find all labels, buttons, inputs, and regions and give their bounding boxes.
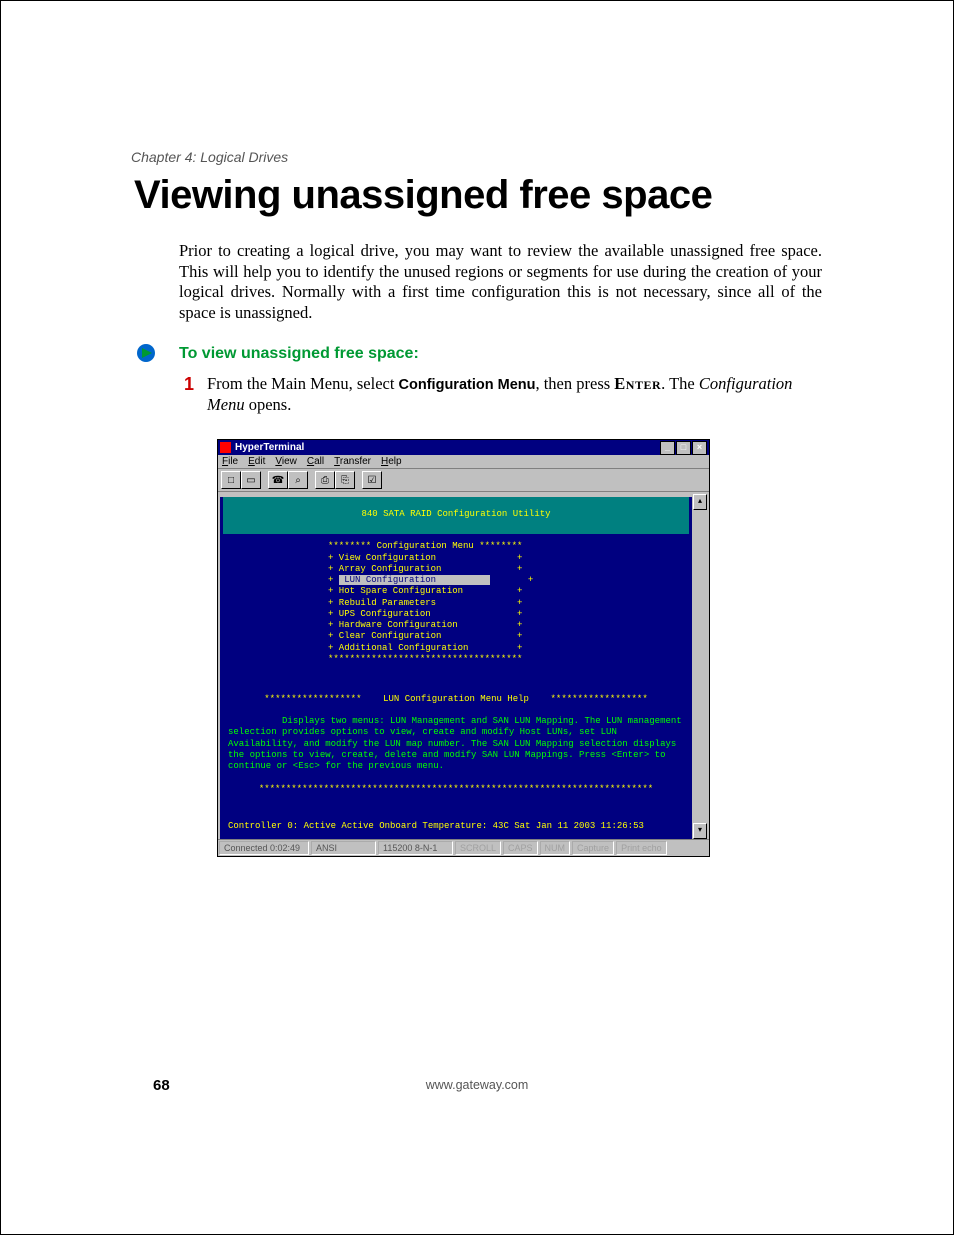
menu-file[interactable]: File: [222, 456, 238, 467]
menu-call[interactable]: Call: [307, 456, 324, 467]
toolbar-btn-5[interactable]: ⎙: [315, 471, 335, 489]
page-title: Viewing unassigned free space: [134, 173, 712, 218]
help-body: Displays two menus: LUN Management and S…: [228, 716, 687, 771]
scroll-up-icon[interactable]: ▴: [693, 494, 707, 510]
intro-paragraph: Prior to creating a logical drive, you m…: [179, 241, 822, 324]
status-bar: Connected 0:02:49 ANSI 115200 8-N-1 SCRO…: [218, 839, 709, 856]
minimize-button[interactable]: _: [660, 441, 675, 455]
procedure-arrow-icon: [137, 344, 159, 362]
status-baud: 115200 8-N-1: [378, 841, 453, 855]
utility-banner: 840 SATA RAID Configuration Utility: [223, 497, 689, 534]
toolbar-btn-7[interactable]: ☑: [362, 471, 382, 489]
terminal-screen[interactable]: 840 SATA RAID Configuration Utility ****…: [220, 497, 692, 839]
window-title: HyperTerminal: [235, 442, 660, 453]
chapter-header: Chapter 4: Logical Drives: [131, 149, 288, 165]
app-icon: [220, 442, 231, 453]
menu-bar: File Edit View Call Transfer Help: [218, 455, 709, 468]
status-scroll: SCROLL: [455, 841, 501, 855]
toolbar-btn-3[interactable]: ☎: [268, 471, 288, 489]
step-text: From the Main Menu, select Configuration…: [207, 374, 822, 415]
status-connected: Connected 0:02:49: [219, 841, 309, 855]
toolbar: □ ▭ ☎ ⌕ ⎙ ⎘ ☑: [218, 468, 709, 492]
help-panel: ****************** LUN Configuration Men…: [220, 671, 692, 819]
controller-status: Controller 0: Active Active Onboard Temp…: [220, 819, 692, 838]
status-caps: CAPS: [503, 841, 538, 855]
menu-edit[interactable]: Edit: [248, 456, 265, 467]
maximize-button[interactable]: □: [676, 441, 691, 455]
menu-transfer[interactable]: Transfer: [334, 456, 371, 467]
procedure-heading: To view unassigned free space:: [179, 345, 419, 363]
toolbar-btn-6[interactable]: ⎘: [335, 471, 355, 489]
scroll-down-icon[interactable]: ▾: [693, 823, 707, 839]
menu-view[interactable]: View: [275, 456, 297, 467]
window-titlebar[interactable]: HyperTerminal _ □ ×: [218, 440, 709, 455]
hyperterminal-window: HyperTerminal _ □ × File Edit View Call …: [217, 439, 710, 857]
footer-url: www.gateway.com: [1, 1078, 953, 1092]
help-footer: ****************************************…: [228, 784, 684, 795]
toolbar-btn-1[interactable]: □: [221, 471, 241, 489]
toolbar-btn-2[interactable]: ▭: [241, 471, 261, 489]
menu-help[interactable]: Help: [381, 456, 402, 467]
step-number: 1: [184, 374, 194, 395]
scrollbar[interactable]: ▴ ▾: [693, 494, 707, 839]
status-num: NUM: [540, 841, 571, 855]
status-emulation: ANSI: [311, 841, 376, 855]
status-capture: Capture: [572, 841, 614, 855]
status-echo: Print echo: [616, 841, 667, 855]
config-menu[interactable]: ******** Configuration Menu ******** + V…: [328, 537, 692, 671]
help-title: ****************** LUN Configuration Men…: [228, 694, 684, 705]
toolbar-btn-4[interactable]: ⌕: [288, 471, 308, 489]
close-button[interactable]: ×: [692, 441, 707, 455]
